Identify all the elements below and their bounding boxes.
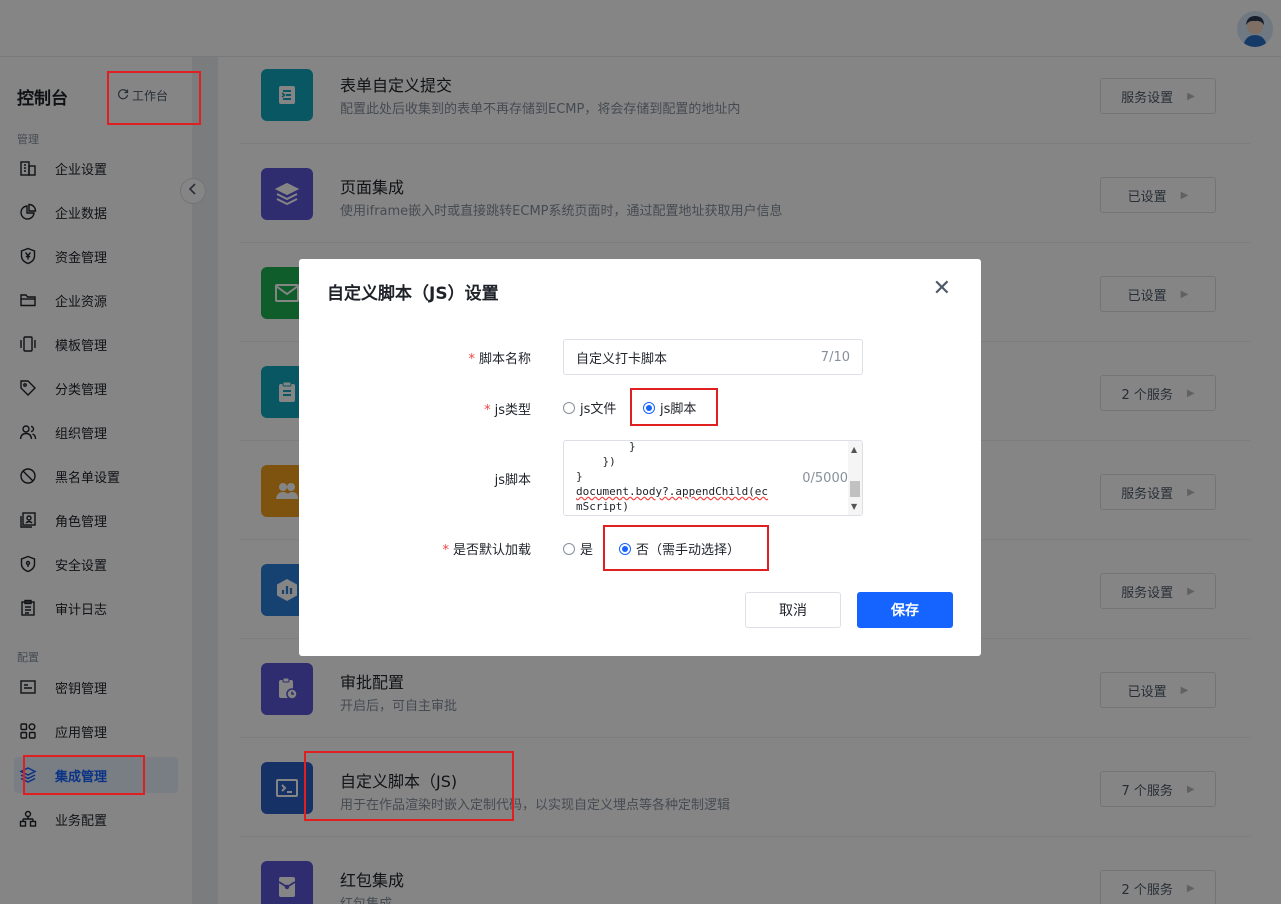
scroll-up-icon[interactable]: ▲ xyxy=(851,445,857,454)
close-icon[interactable]: ✕ xyxy=(933,277,951,301)
radio-unchecked-icon xyxy=(563,542,575,555)
js-script-count: 0/5000 xyxy=(802,471,848,486)
script-name-label-text: 脚本名称 xyxy=(478,352,531,367)
js-type-radio-file[interactable]: js文件 xyxy=(563,398,616,417)
default-load-label: * 是否默认加载 xyxy=(299,539,531,558)
js-script-label-text: js脚本 xyxy=(494,473,531,488)
js-type-label: * js类型 xyxy=(299,399,531,418)
script-name-value: 自定义打卡脚本 xyxy=(576,351,668,367)
annotation-box-custom-js xyxy=(304,751,514,821)
js-script-textarea[interactable]: } })} document.body?.appendChild(ec mScrip… xyxy=(563,440,863,516)
required-asterisk: * xyxy=(442,543,449,558)
code-line: document.body?.appendChild(ec xyxy=(576,485,769,498)
annotation-box-default-load xyxy=(603,525,769,571)
cancel-button[interactable]: 取消 xyxy=(745,592,841,628)
scrollbar-thumb[interactable] xyxy=(850,481,860,497)
script-name-label: * 脚本名称 xyxy=(299,348,531,367)
default-load-label-text: 是否默认加载 xyxy=(452,543,531,558)
default-load-radio-yes[interactable]: 是 xyxy=(563,539,593,558)
required-asterisk: * xyxy=(468,352,475,367)
annotation-box-js-type xyxy=(630,388,718,426)
js-script-settings-dialog: 自定义脚本（JS）设置 ✕ * 脚本名称 自定义打卡脚本 7/10 * js类型 j… xyxy=(299,259,981,656)
code-line: }) xyxy=(576,455,616,468)
code-line: } xyxy=(576,440,636,453)
radio-unchecked-icon xyxy=(563,401,575,414)
js-script-label: js脚本 xyxy=(299,469,531,488)
annotation-box-integration xyxy=(23,755,145,795)
annotation-box-workbench xyxy=(107,71,201,125)
script-name-count: 7/10 xyxy=(820,349,850,365)
js-type-label-text: js类型 xyxy=(494,403,531,418)
dialog-title: 自定义脚本（JS）设置 xyxy=(327,284,499,304)
script-name-input[interactable]: 自定义打卡脚本 7/10 xyxy=(563,339,863,375)
save-button[interactable]: 保存 xyxy=(857,592,953,628)
radio-label: 是 xyxy=(580,543,594,558)
textarea-scrollbar[interactable]: ▲ ▼ xyxy=(848,441,862,515)
required-asterisk: * xyxy=(484,403,491,418)
scroll-down-icon[interactable]: ▼ xyxy=(851,502,857,511)
radio-label: js文件 xyxy=(580,402,617,417)
code-line: mScript) xyxy=(576,500,629,513)
